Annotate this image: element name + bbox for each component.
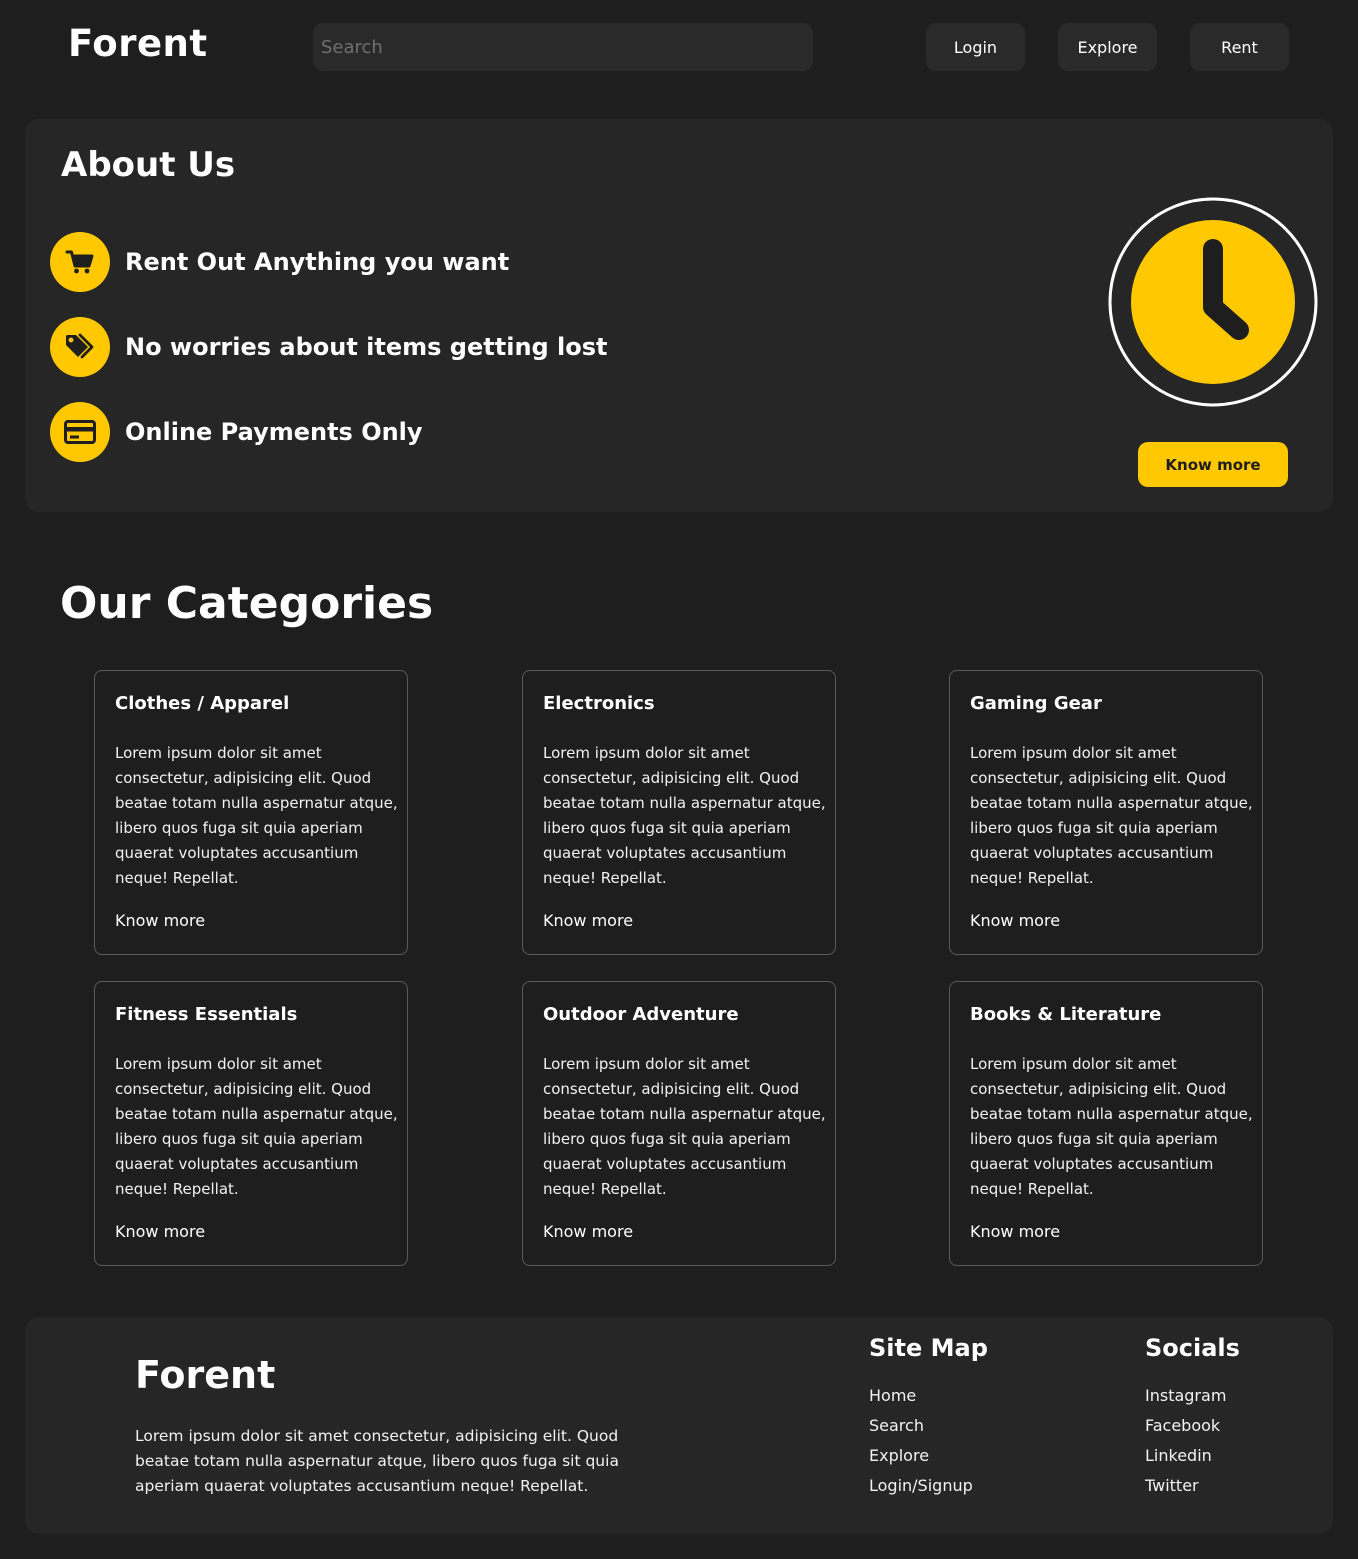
- sitemap-link-home[interactable]: Home: [869, 1381, 973, 1411]
- category-description: Lorem ipsum dolor sit amet consectetur, …: [543, 744, 826, 887]
- tag-icon: [50, 317, 110, 377]
- about-section: About Us Rent Out Anything you want No w…: [25, 119, 1333, 512]
- know-more-link[interactable]: Know more: [115, 1222, 205, 1241]
- category-card: Books & Literature Lorem ipsum dolor sit…: [949, 981, 1263, 1266]
- feature-item: No worries about items getting lost: [50, 317, 608, 377]
- know-more-button[interactable]: Know more: [1138, 442, 1288, 487]
- cart-icon: [50, 232, 110, 292]
- credit-card-icon: [50, 402, 110, 462]
- rent-button[interactable]: Rent: [1190, 23, 1289, 71]
- social-link-twitter[interactable]: Twitter: [1145, 1471, 1226, 1501]
- social-link-facebook[interactable]: Facebook: [1145, 1411, 1226, 1441]
- category-card: Clothes / Apparel Lorem ipsum dolor sit …: [94, 670, 408, 955]
- login-button[interactable]: Login: [926, 23, 1025, 71]
- clock-icon: [1108, 197, 1318, 407]
- sitemap-links: Home Search Explore Login/Signup: [869, 1381, 973, 1501]
- feature-text: No worries about items getting lost: [125, 333, 608, 361]
- social-link-linkedin[interactable]: Linkedin: [1145, 1441, 1226, 1471]
- footer-description: Lorem ipsum dolor sit amet consectetur, …: [135, 1427, 619, 1495]
- footer-brand: Forent: [135, 1353, 276, 1397]
- category-title: Outdoor Adventure: [543, 1004, 739, 1025]
- category-description: Lorem ipsum dolor sit amet consectetur, …: [970, 1055, 1253, 1198]
- category-title: Electronics: [543, 693, 655, 714]
- sitemap-title: Site Map: [869, 1334, 988, 1362]
- know-more-link[interactable]: Know more: [543, 911, 633, 930]
- sitemap-link-explore[interactable]: Explore: [869, 1441, 973, 1471]
- social-link-instagram[interactable]: Instagram: [1145, 1381, 1226, 1411]
- sitemap-link-search[interactable]: Search: [869, 1411, 973, 1441]
- categories-title: Our Categories: [60, 578, 434, 629]
- category-title: Books & Literature: [970, 1004, 1162, 1025]
- category-description: Lorem ipsum dolor sit amet consectetur, …: [543, 1055, 826, 1198]
- know-more-link[interactable]: Know more: [970, 911, 1060, 930]
- feature-text: Rent Out Anything you want: [125, 248, 510, 276]
- feature-item: Rent Out Anything you want: [50, 232, 509, 292]
- category-title: Gaming Gear: [970, 693, 1102, 714]
- brand-logo[interactable]: Forent: [68, 22, 208, 65]
- category-card: Fitness Essentials Lorem ipsum dolor sit…: [94, 981, 408, 1266]
- footer: Forent Lorem ipsum dolor sit amet consec…: [25, 1317, 1333, 1534]
- category-card: Gaming Gear Lorem ipsum dolor sit amet c…: [949, 670, 1263, 955]
- explore-button[interactable]: Explore: [1058, 23, 1157, 71]
- know-more-link[interactable]: Know more: [115, 911, 205, 930]
- about-title: About Us: [61, 145, 236, 185]
- category-description: Lorem ipsum dolor sit amet consectetur, …: [970, 744, 1253, 887]
- category-description: Lorem ipsum dolor sit amet consectetur, …: [115, 1055, 398, 1198]
- sitemap-link-login[interactable]: Login/Signup: [869, 1471, 973, 1501]
- category-title: Fitness Essentials: [115, 1004, 298, 1025]
- feature-item: Online Payments Only: [50, 402, 423, 462]
- know-more-link[interactable]: Know more: [970, 1222, 1060, 1241]
- feature-text: Online Payments Only: [125, 418, 423, 446]
- search-input[interactable]: [313, 23, 813, 71]
- category-card: Outdoor Adventure Lorem ipsum dolor sit …: [522, 981, 836, 1266]
- category-title: Clothes / Apparel: [115, 693, 290, 714]
- socials-title: Socials: [1145, 1334, 1240, 1362]
- top-navbar: Forent Login Explore Rent: [0, 0, 1358, 96]
- know-more-link[interactable]: Know more: [543, 1222, 633, 1241]
- socials-links: Instagram Facebook Linkedin Twitter: [1145, 1381, 1226, 1501]
- category-card: Electronics Lorem ipsum dolor sit amet c…: [522, 670, 836, 955]
- category-description: Lorem ipsum dolor sit amet consectetur, …: [115, 744, 398, 887]
